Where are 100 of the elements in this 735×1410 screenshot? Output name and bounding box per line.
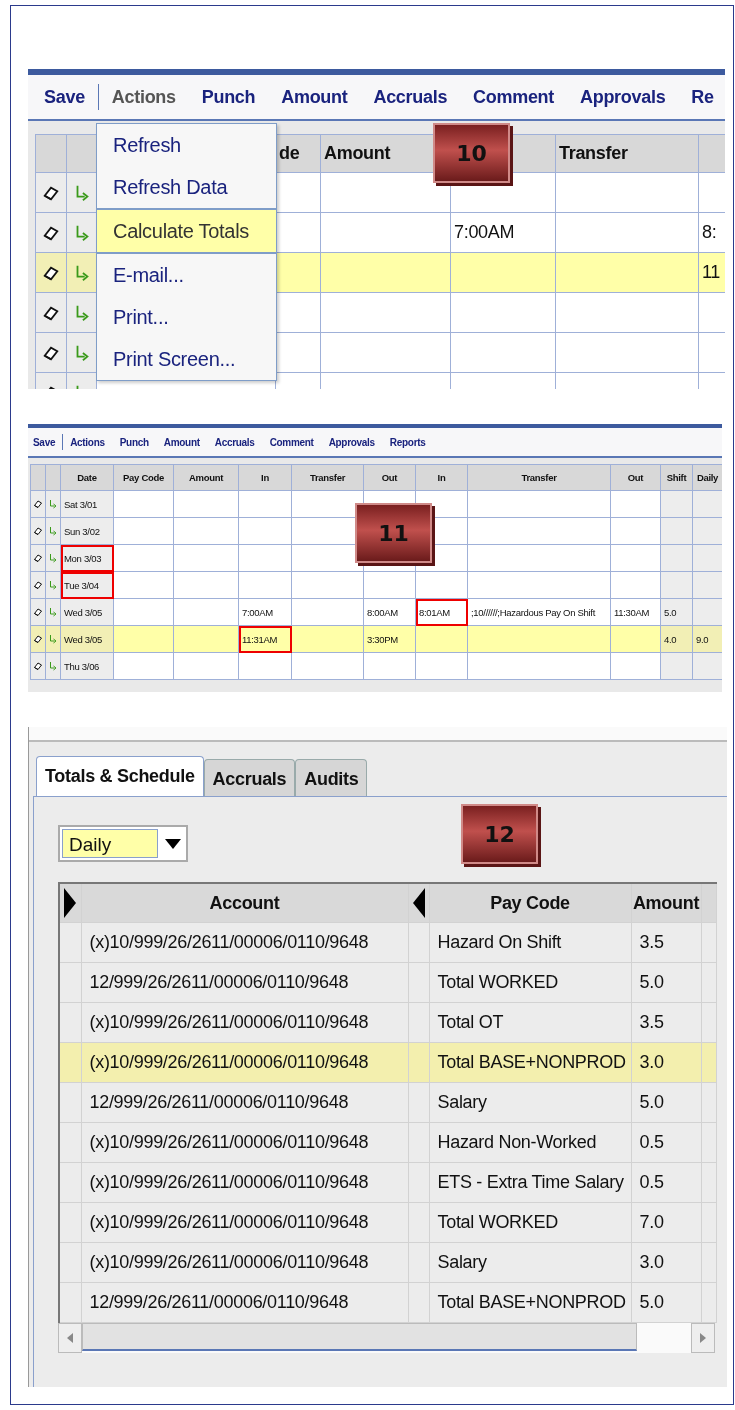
table-cell: 3.5 [631,922,701,963]
menu-item[interactable]: Reports [389,436,426,448]
table-cell: 7:00AM [450,212,556,253]
table-cell: 3.5 [631,1002,701,1043]
table-cell: 12/999/26/2611/00006/0110/9648 [81,962,408,1003]
menu-item[interactable]: Approvals [580,86,666,108]
column-header: de [275,134,321,173]
table-cell: Hazard Non-Worked [429,1122,631,1163]
menu-item[interactable]: Accruals [373,86,448,108]
menu-item[interactable]: Amount [163,436,200,448]
column-header: Transfer [291,464,364,491]
menu-option[interactable]: Calculate Totals [97,210,276,252]
bent-arrow-icon[interactable] [48,499,58,509]
bent-arrow-icon[interactable] [48,553,58,563]
table-cell: 12/999/26/2611/00006/0110/9648 [81,1282,408,1323]
bent-arrow-icon[interactable] [48,526,58,536]
left-arrow-icon[interactable] [67,1333,73,1343]
menu-item[interactable]: Comment [473,86,554,108]
table-cell: (x)10/999/26/2611/00006/0110/9648 [81,1002,408,1043]
step-badge: 10 [433,123,510,183]
table-cell: Salary [429,1242,631,1283]
eraser-icon[interactable] [33,661,43,671]
table-cell: Salary [429,1082,631,1123]
column-header: Amount [173,464,239,491]
menu-item[interactable]: Actions [111,86,176,108]
eraser-icon[interactable] [33,580,43,590]
table-cell: Total BASE+NONPROD [429,1282,631,1323]
table-cell: 7:00AM [238,598,292,626]
bent-arrow-icon[interactable] [48,634,58,644]
table-cell: ETS - Extra Time Salary [429,1162,631,1203]
menu-option[interactable]: Refresh [97,124,276,166]
menu-option[interactable]: Refresh Data [97,166,276,208]
table-cell: 3.0 [631,1242,701,1283]
table-cell: 5.0 [631,1282,701,1323]
dropdown-arrow-icon[interactable] [165,838,181,849]
column-header: Shift [660,464,693,491]
eraser-icon[interactable] [33,553,43,563]
column-header: Pay Code [429,883,631,923]
table-cell: (x)10/999/26/2611/00006/0110/9648 [81,1162,408,1203]
step-badge: 11 [355,503,432,563]
column-header: In [238,464,292,491]
step-badge: 12 [461,804,538,864]
column-header: Amount [631,883,701,923]
column-header: Date [60,464,114,491]
bent-arrow-icon[interactable] [48,661,58,671]
menu-item[interactable]: Actions [70,436,105,448]
table-cell: (x)10/999/26/2611/00006/0110/9648 [81,1122,408,1163]
menu-option[interactable]: Print Screen... [97,338,276,380]
menu-option[interactable]: Print... [97,296,276,338]
column-header: Out [363,464,416,491]
menu-item[interactable]: Save [33,436,56,448]
bent-arrow-icon[interactable] [48,607,58,617]
menu-item[interactable]: Approvals [328,436,375,448]
table-cell: (x)10/999/26/2611/00006/0110/9648 [81,1202,408,1243]
column-header: Account [81,883,408,923]
column-header: Out [610,464,661,491]
table-cell: 5.0 [631,962,701,1003]
bent-arrow-icon[interactable] [48,580,58,590]
table-cell: 7.0 [631,1202,701,1243]
eraser-icon[interactable] [33,607,43,617]
table-cell: Hazard On Shift [429,922,631,963]
menu-item[interactable]: Punch [119,436,149,448]
menu-item[interactable]: Comment [269,436,314,448]
eraser-icon[interactable] [33,634,43,644]
menu-item[interactable]: Amount [281,86,348,108]
eraser-icon[interactable] [33,499,43,509]
column-header: Daily [692,464,722,491]
table-cell: 0.5 [631,1122,701,1163]
table-cell: (x)10/999/26/2611/00006/0110/9648 [81,1042,408,1083]
table-cell: ;10//////;Hazardous Pay On Shift [467,598,611,626]
column-header: Pay Code [113,464,174,491]
scroll-right-button[interactable] [691,1323,715,1353]
right-triangle-icon[interactable] [64,888,77,918]
left-triangle-icon[interactable] [412,888,425,918]
table-cell: Total OT [429,1002,631,1043]
scroll-thumb[interactable] [82,1323,637,1351]
column-header: Transfer [467,464,611,491]
table-cell: 12/999/26/2611/00006/0110/9648 [81,1082,408,1123]
menu-item[interactable]: Punch [201,86,256,108]
column-header: Transfer [555,134,699,173]
tab[interactable]: Accruals [203,759,296,796]
menu-item[interactable]: Re [691,86,714,108]
menu-item[interactable]: Accruals [214,436,255,448]
period-dropdown[interactable]: Daily [58,825,188,862]
table-cell: 0.5 [631,1162,701,1203]
tab[interactable]: Totals & Schedule [36,756,204,796]
table-cell: 3.0 [631,1042,701,1083]
right-arrow-icon[interactable] [700,1333,706,1343]
menu-option[interactable]: E-mail... [97,254,276,296]
eraser-icon[interactable] [33,526,43,536]
table-cell: 11:30AM [610,598,661,626]
table-cell: (x)10/999/26/2611/00006/0110/9648 [81,1242,408,1283]
scroll-left-button[interactable] [58,1323,82,1353]
table-cell: Total WORKED [429,1202,631,1243]
column-header: In [415,464,468,491]
tab[interactable]: Audits [295,759,368,796]
table-cell: 8:00AM [363,598,416,626]
table-cell: Total BASE+NONPROD [429,1042,631,1083]
menu-item[interactable]: Save [44,86,85,108]
table-cell: Total WORKED [429,962,631,1003]
